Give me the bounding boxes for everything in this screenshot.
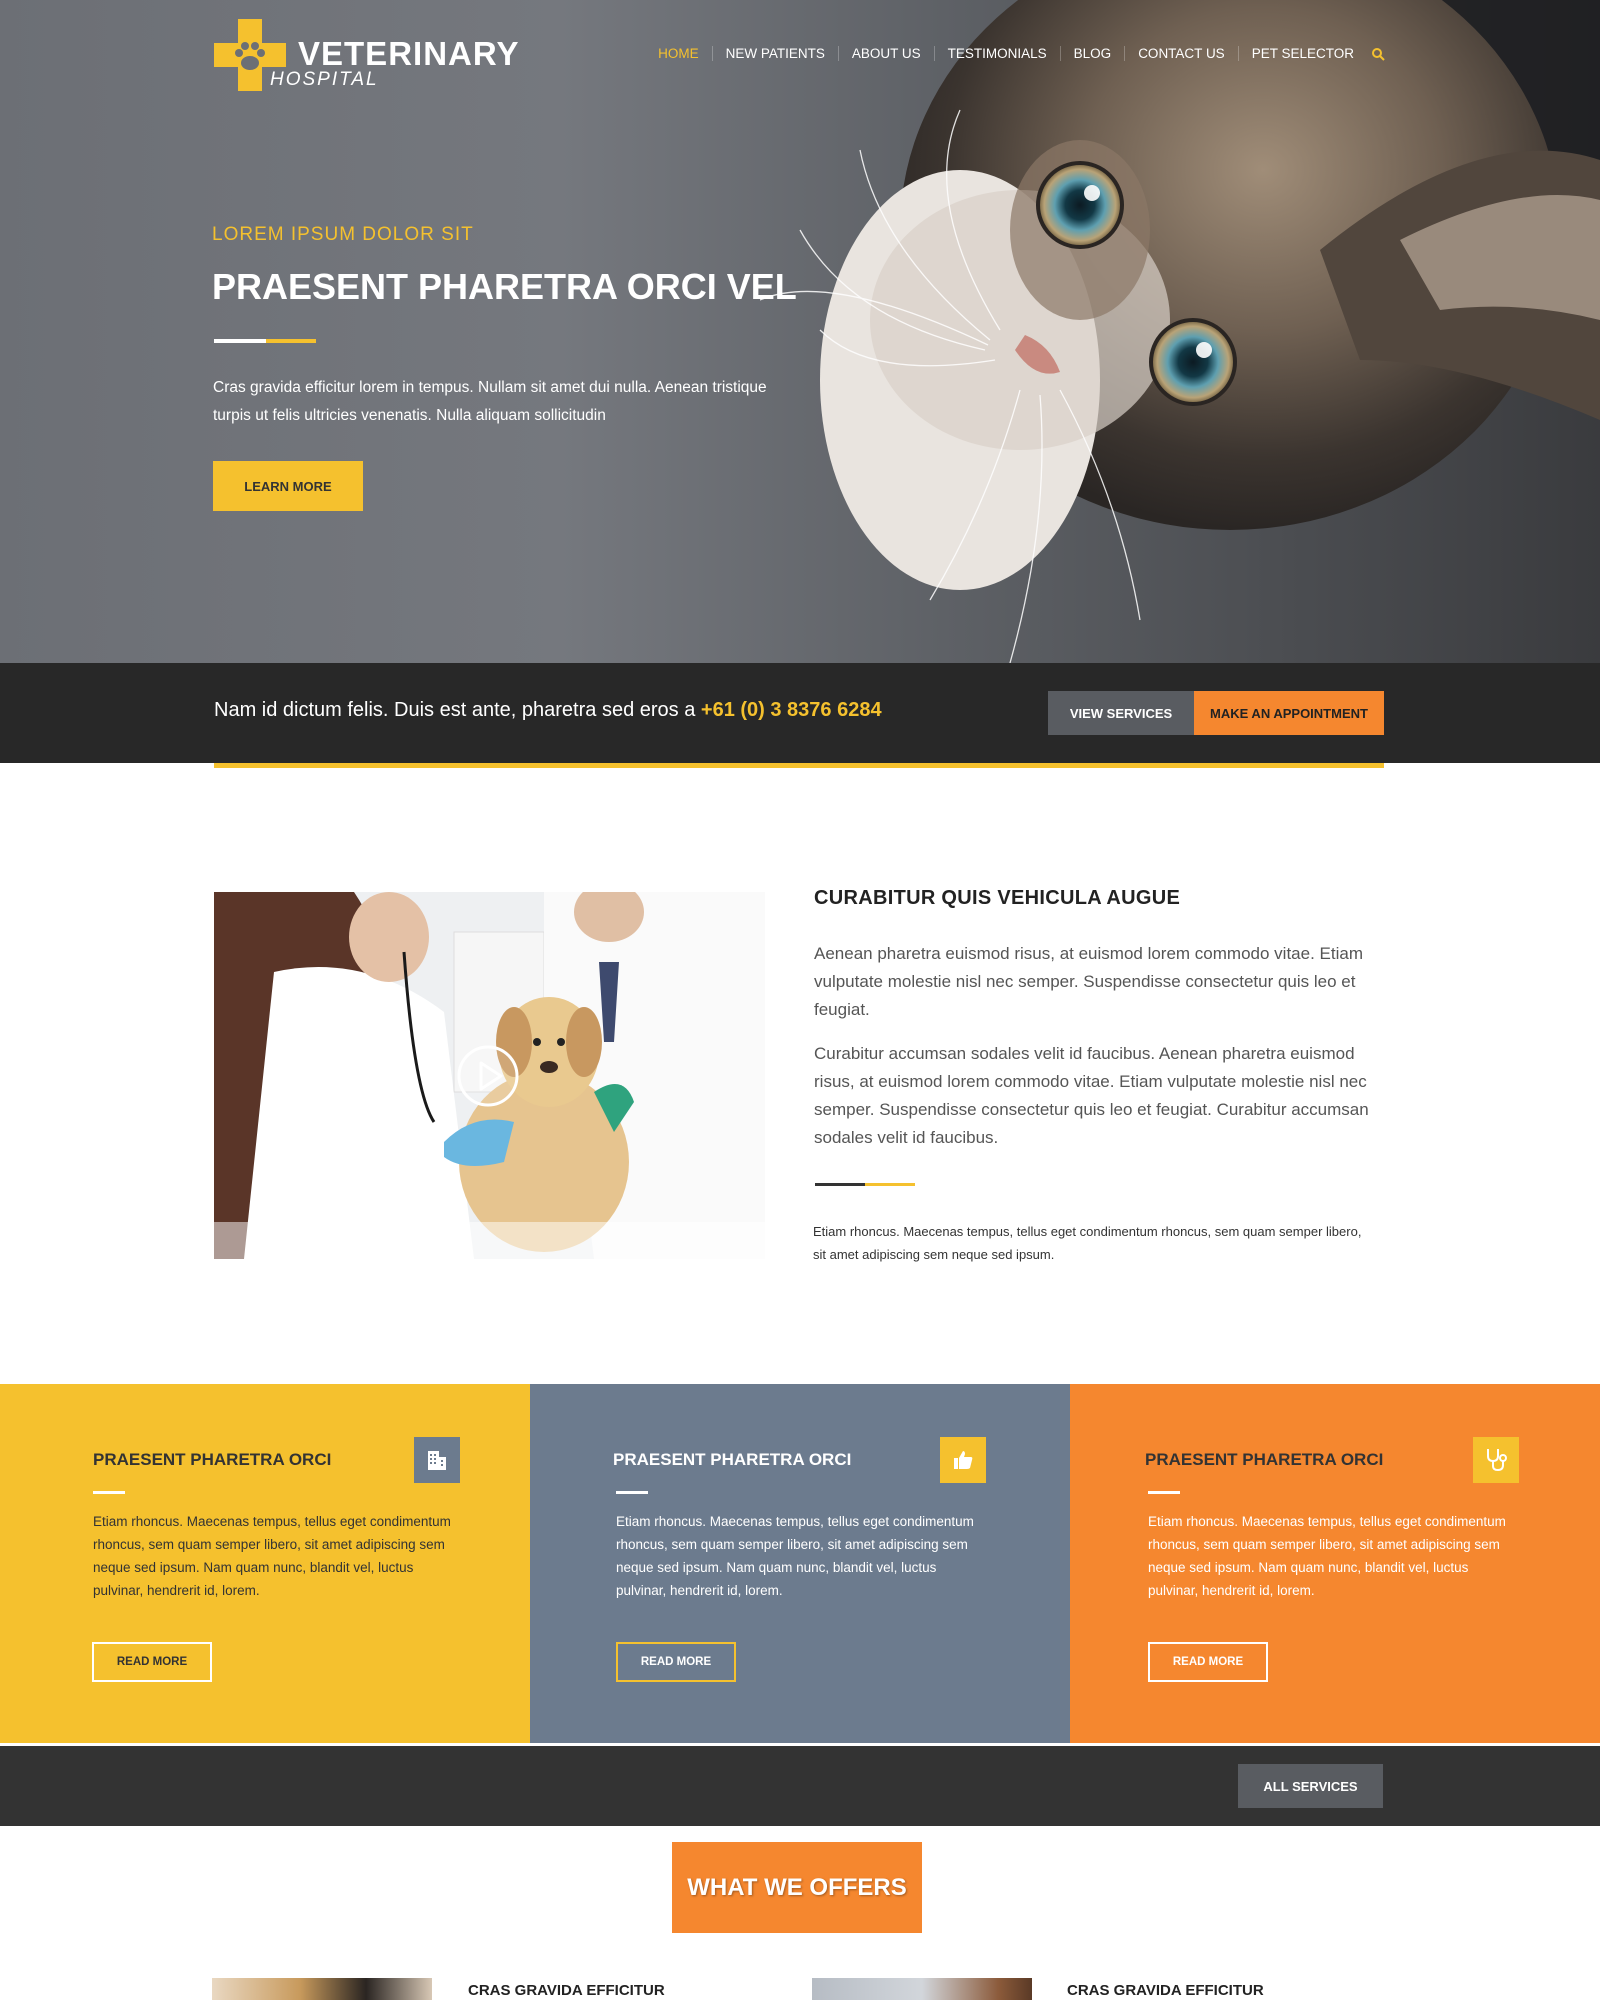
hero-section: VETERINARY HOSPITAL HOME NEW PATIENTS AB… xyxy=(0,0,1600,663)
feature-divider xyxy=(93,1491,125,1494)
feature-card: PRAESENT PHARETRA ORCI Etiam rhoncus. Ma… xyxy=(0,1384,530,1743)
read-more-button[interactable]: READ MORE xyxy=(1148,1642,1268,1682)
about-heading: CURABITUR QUIS VEHICULA AUGUE xyxy=(814,887,1181,909)
feature-title: PRAESENT PHARETRA ORCI xyxy=(93,1450,332,1469)
hero-title: PRAESENT PHARETRA ORCI VEL xyxy=(212,266,797,307)
feature-title: PRAESENT PHARETRA ORCI xyxy=(1145,1450,1384,1469)
offers-heading: WHAT WE OFFERS xyxy=(672,1842,922,1933)
nav-item-pet-selector[interactable]: PET SELECTOR xyxy=(1237,46,1367,61)
main-nav: HOME NEW PATIENTS ABOUT US TESTIMONIALS … xyxy=(645,46,1385,61)
offer-thumbnail[interactable] xyxy=(212,1978,432,2000)
about-caption: Etiam rhoncus. Maecenas tempus, tellus e… xyxy=(813,1224,1362,1262)
hero-text: Cras gravida efficitur lorem in tempus. … xyxy=(213,379,767,424)
feature-text: Etiam rhoncus. Maecenas tempus, tellus e… xyxy=(616,1514,974,1598)
offer-title[interactable]: CRAS GRAVIDA EFFICITUR xyxy=(1067,1982,1264,1999)
nav-item-new-patients[interactable]: NEW PATIENTS xyxy=(711,46,838,61)
cta-bar: Nam id dictum felis. Duis est ante, phar… xyxy=(0,663,1600,763)
offer-thumbnail[interactable] xyxy=(812,1978,1032,2000)
kitten-hero-image xyxy=(760,0,1600,663)
all-services-button[interactable]: ALL SERVICES xyxy=(1238,1764,1383,1808)
thumbs-up-icon xyxy=(940,1437,986,1483)
about-paragraph-1: Aenean pharetra euismod risus, at euismo… xyxy=(814,944,1363,1019)
search-icon[interactable] xyxy=(1371,47,1385,61)
feature-card: PRAESENT PHARETRA ORCI Etiam rhoncus. Ma… xyxy=(530,1384,1070,1743)
about-divider xyxy=(815,1183,915,1186)
hero-divider xyxy=(214,339,316,343)
about-paragraph-2: Curabitur accumsan sodales velit id fauc… xyxy=(814,1044,1369,1147)
play-icon[interactable] xyxy=(456,1044,520,1108)
cta-accent-line xyxy=(214,763,1384,768)
view-services-button[interactable]: VIEW SERVICES xyxy=(1048,691,1194,735)
cta-message: Nam id dictum felis. Duis est ante, phar… xyxy=(214,699,696,721)
feature-divider xyxy=(1148,1491,1180,1494)
building-icon xyxy=(414,1437,460,1483)
feature-divider xyxy=(616,1491,648,1494)
make-appointment-button[interactable]: MAKE AN APPOINTMENT xyxy=(1194,691,1384,735)
nav-item-home[interactable]: HOME xyxy=(645,46,712,61)
read-more-button[interactable]: READ MORE xyxy=(616,1642,736,1682)
stethoscope-icon xyxy=(1473,1437,1519,1483)
read-more-button[interactable]: READ MORE xyxy=(92,1642,212,1682)
nav-item-contact-us[interactable]: CONTACT US xyxy=(1124,46,1238,61)
site-logo[interactable]: VETERINARY HOSPITAL xyxy=(214,19,534,94)
cta-phone[interactable]: +61 (0) 3 8376 6284 xyxy=(701,699,882,721)
features-section: PRAESENT PHARETRA ORCI Etiam rhoncus. Ma… xyxy=(0,1384,1600,1743)
services-bar: ALL SERVICES xyxy=(0,1746,1600,1826)
feature-text: Etiam rhoncus. Maecenas tempus, tellus e… xyxy=(93,1514,451,1598)
logo-subtitle: HOSPITAL xyxy=(270,69,379,90)
cta-text: Nam id dictum felis. Duis est ante, phar… xyxy=(214,699,882,722)
hero-eyebrow: LOREM IPSUM DOLOR SIT xyxy=(212,224,474,245)
nav-item-about-us[interactable]: ABOUT US xyxy=(837,46,934,61)
feature-title: PRAESENT PHARETRA ORCI xyxy=(613,1450,852,1469)
nav-item-blog[interactable]: BLOG xyxy=(1059,46,1125,61)
learn-more-button[interactable]: LEARN MORE xyxy=(213,461,363,511)
feature-card: PRAESENT PHARETRA ORCI Etiam rhoncus. Ma… xyxy=(1070,1384,1600,1743)
logo-title: VETERINARY xyxy=(298,35,520,72)
nav-item-testimonials[interactable]: TESTIMONIALS xyxy=(933,46,1060,61)
vet-video-thumbnail[interactable] xyxy=(214,892,765,1259)
feature-text: Etiam rhoncus. Maecenas tempus, tellus e… xyxy=(1148,1514,1506,1598)
offer-title[interactable]: CRAS GRAVIDA EFFICITUR xyxy=(468,1982,665,1999)
